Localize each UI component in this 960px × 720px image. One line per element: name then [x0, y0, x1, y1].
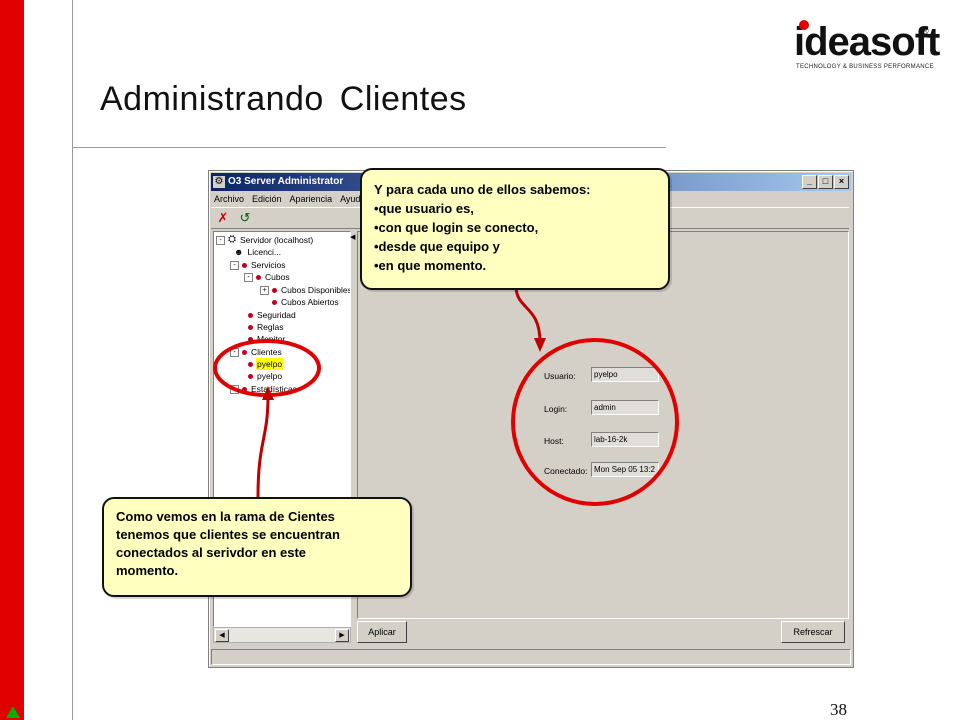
callout-line: Como vemos en la rama de Cientes [116, 509, 335, 524]
tree-node-label: pyelpo [257, 371, 283, 381]
tree-node-licencia[interactable]: ☻ Licenci... [234, 246, 282, 258]
tree-node-client-selected[interactable]: pyelpo [248, 358, 284, 370]
node-bullet-icon [248, 324, 253, 330]
host-label: Host: [544, 436, 564, 446]
tree-node-monitor[interactable]: Monitor [248, 333, 286, 345]
callout-line: Y para cada uno de ellos sabemos: [374, 182, 591, 197]
conectado-label: Conectado: [544, 466, 588, 476]
menu-archivo[interactable]: Archivo [211, 192, 247, 206]
apply-button[interactable]: Aplicar [357, 621, 407, 643]
tree-node-label: Clientes [251, 347, 282, 357]
menu-edicion[interactable]: Edición [249, 192, 285, 206]
node-bullet-icon [256, 274, 261, 280]
window-title: O3 Server Administrator [228, 176, 344, 187]
tree-node-label: Cubos Disponibles [281, 285, 351, 295]
callout-clients-branch: Como vemos en la rama de Cientes tenemos… [102, 497, 412, 597]
tree-node-label: Servidor (localhost) [240, 235, 314, 245]
collapse-icon[interactable]: - [230, 260, 239, 270]
login-field[interactable]: admin [591, 400, 659, 415]
status-bar [211, 649, 851, 665]
refresh-icon[interactable]: ↺ [237, 210, 253, 226]
node-bullet-icon [248, 312, 253, 318]
callout-line: •con que login se conecto, [374, 220, 539, 235]
tree-node-label: Estadísticas [251, 384, 297, 394]
logo-wordmark: ideasoft [794, 20, 940, 64]
tree-node-servidor[interactable]: - ⛭ Servidor (localhost) [216, 234, 314, 246]
tree-node-label: Monitor [257, 334, 286, 344]
collapse-icon[interactable]: - [244, 272, 253, 282]
close-button[interactable]: × [834, 175, 849, 189]
tree-node-client[interactable]: pyelpo [248, 370, 283, 382]
tree-node-cubos[interactable]: - Cubos [244, 271, 291, 283]
scroll-left-icon[interactable]: ◀ [215, 629, 229, 642]
node-bullet-icon [248, 361, 253, 367]
tree-node-reglas[interactable]: Reglas [248, 321, 284, 333]
callout-line: •desde que equipo y [374, 239, 500, 254]
login-label: Login: [544, 404, 568, 414]
logo-tagline: TECHNOLOGY & BUSINESS PERFORMANCE [796, 64, 934, 70]
license-icon: ☻ [234, 247, 244, 257]
vertical-divider [72, 0, 73, 720]
ideasoft-logo: ideasoft ® TECHNOLOGY & BUSINESS PERFORM… [794, 20, 940, 70]
collapse-icon[interactable]: - [230, 347, 239, 357]
tree-node-label: Seguridad [257, 310, 296, 320]
tree-node-label: Licenci... [247, 247, 282, 257]
tree-node-label: Reglas [257, 322, 284, 332]
menu-bar: Archivo Edición Apariencia Ayud [211, 192, 363, 206]
minimize-button[interactable]: _ [802, 175, 817, 189]
maximize-button[interactable]: □ [818, 175, 833, 189]
page-number: 38 [830, 700, 847, 719]
scroll-right-icon[interactable]: ▶ [335, 629, 349, 642]
tree-node-label: pyelpo [256, 358, 284, 370]
menu-apariencia[interactable]: Apariencia [287, 192, 336, 206]
expand-icon[interactable]: + [260, 285, 269, 295]
green-triangle-icon [6, 706, 20, 718]
callout-line: •en que momento. [374, 258, 487, 273]
tree-node-estadisticas[interactable]: + Estadísticas [230, 383, 298, 395]
node-bullet-icon [242, 262, 247, 268]
refresh-button[interactable]: Refrescar [781, 621, 845, 643]
callout-line: tenemos que clientes se encuentran [116, 527, 340, 542]
usuario-label: Usuario: [544, 371, 576, 381]
logo-registered-mark: ® [922, 26, 929, 36]
host-field[interactable]: lab-16-2k [591, 432, 659, 447]
node-bullet-icon [242, 386, 247, 392]
title-underline [72, 147, 666, 148]
collapse-icon[interactable]: - [216, 235, 225, 245]
tree-node-cubos-abiertos[interactable]: Cubos Abiertos [272, 296, 340, 308]
usuario-field[interactable]: pyelpo [591, 367, 659, 382]
logo-red-dot [799, 20, 809, 30]
conectado-field[interactable]: Mon Sep 05 13:2 [591, 462, 659, 477]
node-bullet-icon [272, 299, 277, 305]
callout-line: conectados al serivdor en este [116, 545, 307, 560]
disconnect-icon[interactable]: ✗ [215, 210, 231, 226]
tree-node-label: Servicios [251, 260, 286, 270]
callout-info-fields: Y para cada uno de ellos sabemos: •que u… [360, 168, 670, 290]
page-title: Administrando Clientes [100, 80, 467, 118]
tree-node-cubos-disponibles[interactable]: + Cubos Disponibles [260, 284, 351, 296]
tree-node-servicios[interactable]: - Servicios [230, 259, 286, 271]
tree-node-seguridad[interactable]: Seguridad [248, 309, 297, 321]
expand-icon[interactable]: + [230, 384, 239, 394]
tree-node-clientes[interactable]: - Clientes [230, 346, 283, 358]
node-bullet-icon [242, 349, 247, 355]
tree-horizontal-scrollbar[interactable]: ◀ ▶ [213, 627, 351, 643]
tree-node-label: Cubos [265, 272, 290, 282]
callout-line: momento. [116, 563, 179, 578]
node-bullet-icon [248, 336, 253, 342]
app-icon: ⚙ [213, 176, 225, 188]
node-bullet-icon [272, 287, 277, 293]
splitter-arrow-icon[interactable]: ◀ [350, 233, 355, 241]
callout-line: •que usuario es, [374, 201, 474, 216]
left-red-bar [0, 0, 24, 720]
server-icon: ⛭ [228, 234, 236, 245]
node-bullet-icon [248, 373, 253, 379]
tree-node-label: Cubos Abiertos [281, 297, 339, 307]
